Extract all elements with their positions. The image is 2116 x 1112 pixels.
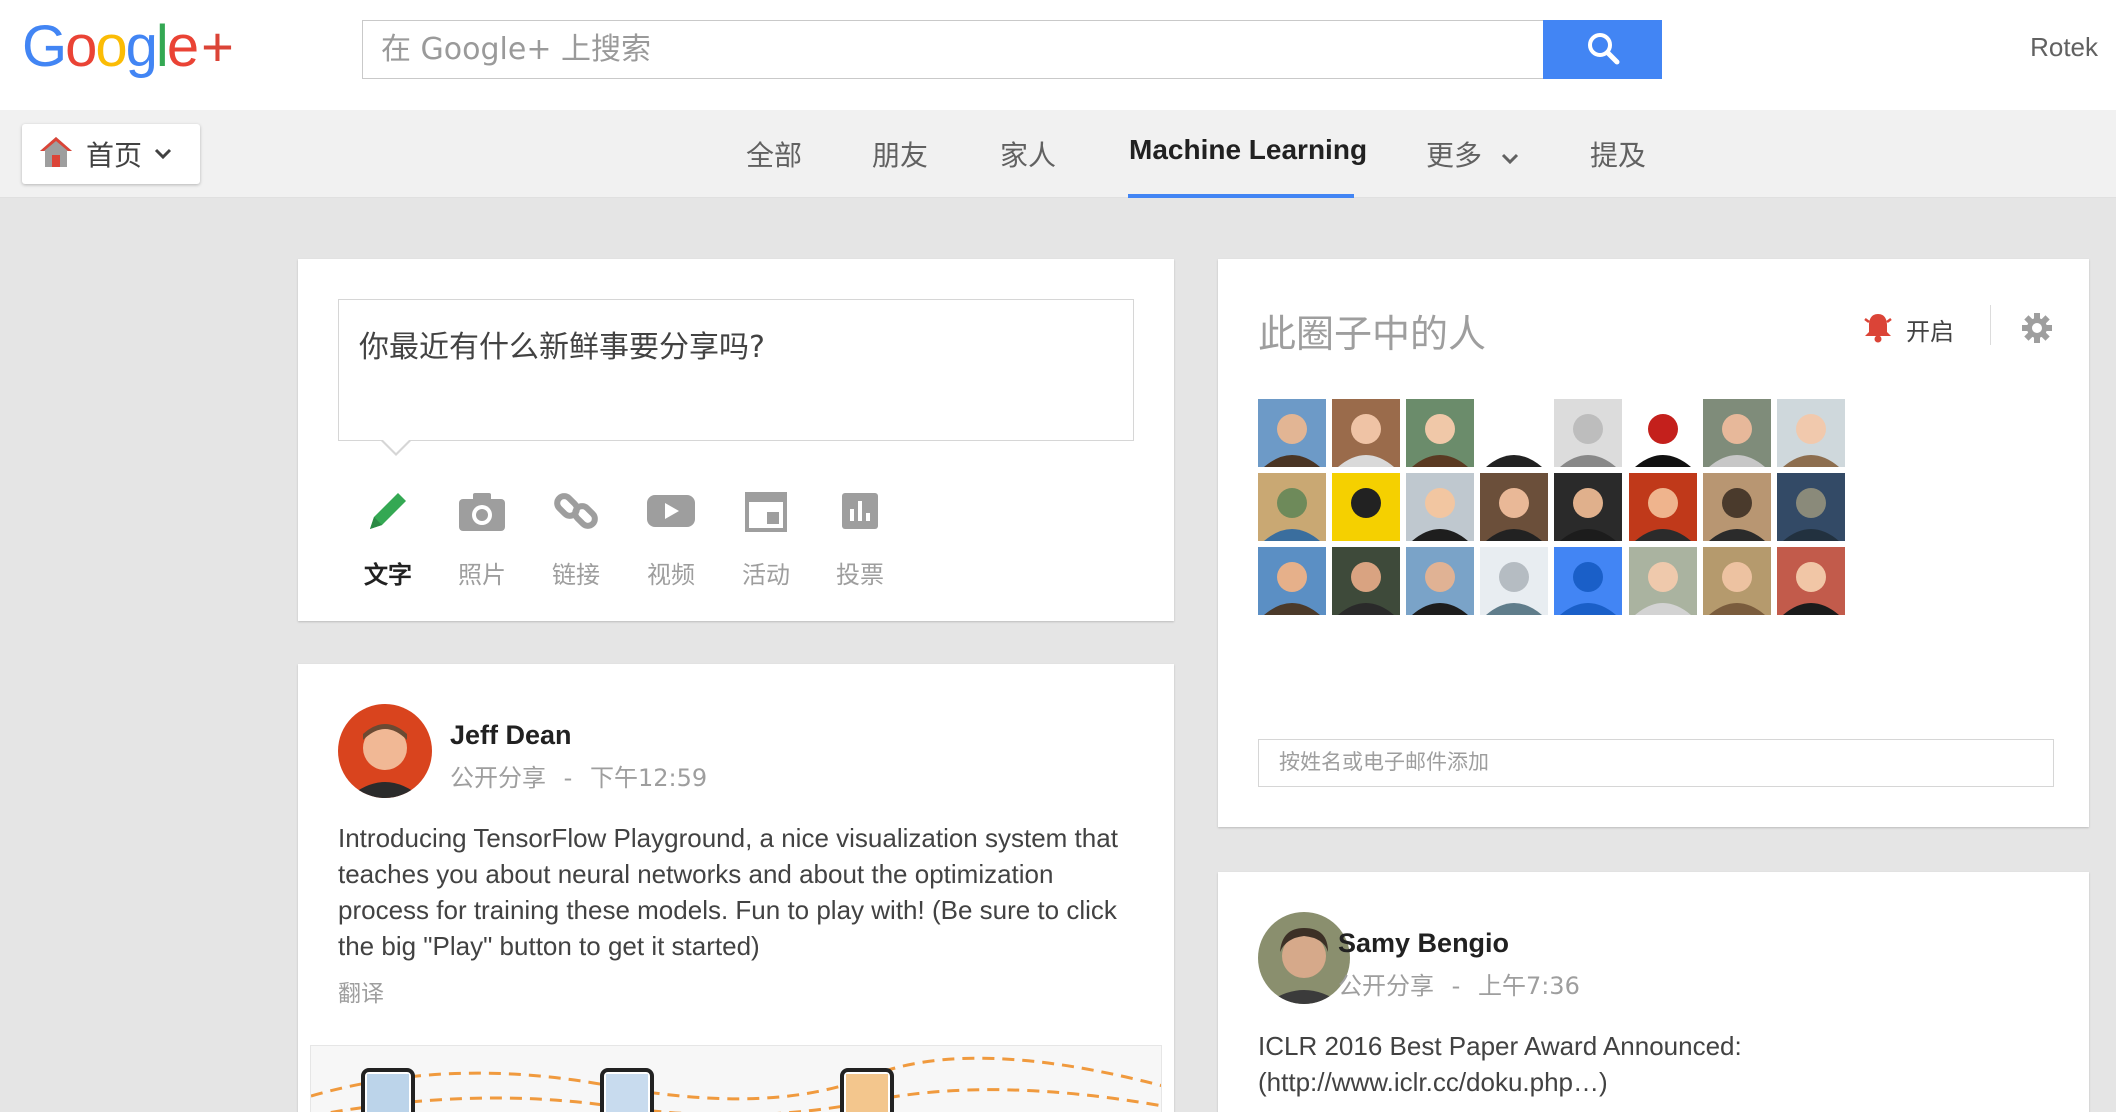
circle-members-title: 此圈子中的人 [1258, 312, 1487, 356]
member-avatar[interactable] [1776, 547, 1845, 616]
tab-more-label: 更多 [1426, 139, 1483, 172]
poll-icon [810, 481, 910, 541]
post-type-poll[interactable]: 投票 [810, 481, 910, 590]
tab-family[interactable]: 家人 [1000, 134, 1056, 174]
post-type-event[interactable]: 活动 [716, 481, 816, 590]
chevron-down-icon [1501, 139, 1519, 172]
tab-mentions[interactable]: 提及 [1590, 134, 1646, 174]
post-text-line: ICLR 2016 Best Paper Award Announced: [1258, 1031, 1742, 1061]
event-icon [716, 481, 816, 541]
post-meta: 公开分享 - 上午7:36 [1338, 972, 1580, 1000]
author-avatar[interactable] [1258, 912, 1350, 1004]
member-avatar[interactable] [1554, 547, 1623, 616]
member-avatar[interactable] [1702, 547, 1771, 616]
post-type-bar: 文字 照片 链接 视频 活动 投票 [338, 481, 1138, 591]
circle-tabs: 全部 朋友 家人 Machine Learning 更多 提及 [0, 110, 2116, 198]
share-box: 你最近有什么新鲜事要分享吗? 文字 照片 链接 视频 活动 投票 [298, 259, 1174, 621]
logo-plus: + [201, 15, 234, 78]
post-image[interactable] [310, 1045, 1162, 1112]
post-text: ICLR 2016 Best Paper Award Announced: (h… [1258, 1028, 2058, 1100]
member-avatar[interactable] [1258, 399, 1326, 467]
member-avatar[interactable] [1258, 473, 1326, 542]
member-avatar[interactable] [1628, 399, 1697, 467]
member-avatar[interactable] [1628, 547, 1697, 616]
logo-wordmark: Google [22, 14, 199, 80]
logo-letter: o [95, 14, 127, 79]
member-avatar[interactable] [1480, 473, 1549, 542]
tab-more[interactable]: 更多 [1426, 134, 1519, 174]
post-type-text[interactable]: 文字 [338, 481, 438, 590]
logo-letter: o [65, 14, 97, 79]
notifications-toggle[interactable]: 开启 [1862, 311, 1954, 347]
google-plus-logo[interactable]: Google + [22, 14, 234, 80]
search-input[interactable] [362, 20, 1544, 79]
member-avatar[interactable] [1628, 473, 1697, 542]
visibility-label[interactable]: 公开分享 [450, 764, 546, 792]
translate-link[interactable]: 翻译 [338, 974, 384, 1008]
add-person-input[interactable] [1258, 739, 2054, 787]
divider [1990, 305, 1991, 345]
account-name[interactable]: Rotek [2030, 32, 2098, 63]
logo-letter: g [125, 14, 158, 79]
member-avatar[interactable] [1776, 399, 1845, 467]
author-avatar[interactable] [338, 704, 432, 798]
member-avatar[interactable] [1406, 399, 1475, 467]
post-type-link[interactable]: 链接 [526, 481, 626, 590]
member-avatar[interactable] [1406, 547, 1475, 616]
pencil-icon [338, 481, 438, 541]
visibility-label[interactable]: 公开分享 [1338, 972, 1434, 1000]
logo-letter: l [155, 14, 169, 79]
search-button[interactable] [1543, 20, 1662, 79]
member-avatar[interactable] [1554, 473, 1623, 542]
gear-icon[interactable] [2022, 313, 2052, 347]
tab-machine-learning[interactable]: Machine Learning [1129, 134, 1367, 166]
logo-letter: G [22, 14, 67, 79]
logo-letter: e [166, 14, 199, 79]
post-link[interactable]: (http://www.iclr.cc/doku.php…) [1258, 1064, 2058, 1100]
post-time[interactable]: 下午12:59 [590, 764, 707, 792]
member-avatar[interactable] [1258, 547, 1326, 616]
tab-friends[interactable]: 朋友 [872, 134, 928, 174]
post-text: Introducing TensorFlow Playground, a nic… [338, 823, 1118, 961]
member-avatar[interactable] [1332, 547, 1401, 616]
bell-icon [1862, 311, 1894, 347]
post-time[interactable]: 上午7:36 [1478, 972, 1580, 1000]
circle-members-card: 此圈子中的人 开启 [1218, 259, 2089, 827]
member-avatar[interactable] [1406, 473, 1475, 542]
member-avatar[interactable] [1480, 399, 1549, 467]
video-icon [621, 481, 721, 541]
search-icon [1586, 31, 1620, 68]
compose-input[interactable]: 你最近有什么新鲜事要分享吗? [338, 299, 1134, 441]
active-tab-indicator [1128, 194, 1354, 198]
member-avatar[interactable] [1480, 547, 1549, 616]
tab-all[interactable]: 全部 [746, 134, 802, 174]
member-avatar[interactable] [1332, 473, 1401, 542]
member-avatar[interactable] [1332, 399, 1401, 467]
notifications-label: 开启 [1906, 317, 1954, 346]
link-icon [526, 481, 626, 541]
camera-icon [432, 481, 532, 541]
author-name[interactable]: Samy Bengio [1338, 928, 1509, 959]
member-avatar[interactable] [1776, 473, 1845, 542]
post-meta: 公开分享 - 下午12:59 [450, 764, 708, 792]
post-card: Jeff Dean 公开分享 - 下午12:59 Introducing Ten… [298, 664, 1174, 1112]
post-card: Samy Bengio 公开分享 - 上午7:36 ICLR 2016 Best… [1218, 872, 2089, 1112]
post-type-photo[interactable]: 照片 [432, 481, 532, 590]
post-type-video[interactable]: 视频 [621, 481, 721, 590]
author-name[interactable]: Jeff Dean [450, 720, 572, 751]
stream-nav: 首页 全部 朋友 家人 Machine Learning 更多 提及 [0, 110, 2116, 198]
top-bar: Google + Rotek [0, 0, 2116, 110]
member-avatar[interactable] [1702, 473, 1771, 542]
member-avatar[interactable] [1554, 399, 1623, 467]
member-avatar[interactable] [1702, 399, 1771, 467]
